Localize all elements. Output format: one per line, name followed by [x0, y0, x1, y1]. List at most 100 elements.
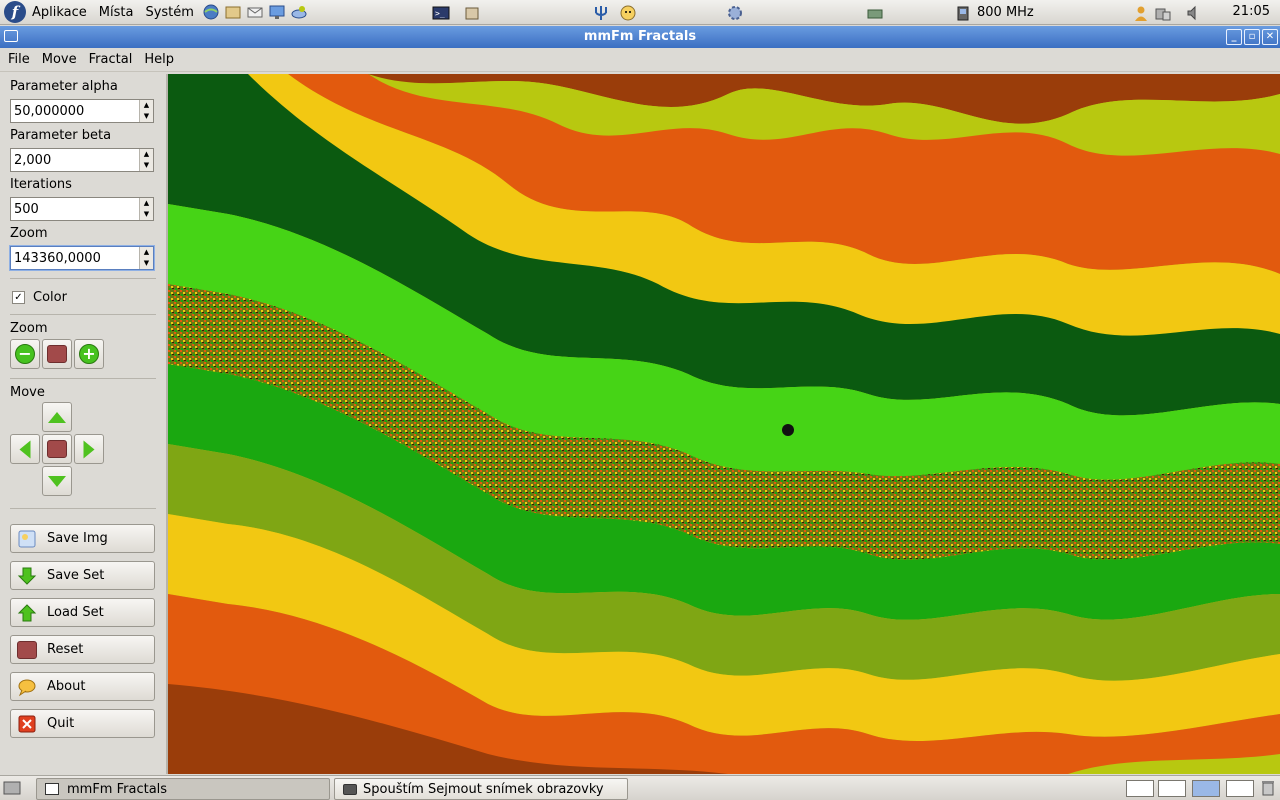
task-screenshot[interactable]: Spouštím Sejmout snímek obrazovky [334, 778, 628, 800]
menubar: File Move Fractal Help [0, 48, 1280, 72]
browser-icon[interactable] [201, 2, 221, 22]
trident-icon[interactable] [591, 3, 611, 23]
cpu-freq-label: 800 MHz [977, 5, 1034, 20]
window-titlebar[interactable]: mmFm Fractals _ ▫ ✕ [0, 26, 1280, 48]
alpha-input[interactable] [11, 100, 139, 122]
iterations-arrows[interactable]: ▲ ▼ [139, 198, 153, 220]
move-center-button[interactable] [42, 434, 72, 464]
zoom-reset-button[interactable] [42, 339, 72, 369]
reset-button[interactable]: Reset [10, 635, 155, 664]
color-checkbox[interactable]: ✓ [12, 290, 25, 304]
menu-move[interactable]: Move [36, 52, 83, 67]
network-manager-icon[interactable] [865, 3, 885, 23]
window-menu-icon[interactable] [4, 30, 18, 42]
alpha-arrows[interactable]: ▲ ▼ [139, 100, 153, 122]
task-mmfm-fractals[interactable]: mmFm Fractals [36, 778, 330, 800]
arrow-up-icon [17, 603, 37, 623]
save-set-button[interactable]: Save Set [10, 561, 155, 590]
about-button[interactable]: About [10, 672, 155, 701]
spin-down-icon[interactable]: ▼ [140, 258, 153, 269]
bottom-panel: mmFm Fractals Spouštím Sejmout snímek ob… [0, 775, 1280, 800]
menu-system[interactable]: Systém [139, 5, 199, 20]
trash-icon[interactable] [1261, 780, 1275, 800]
quit-icon [17, 714, 37, 734]
menu-file[interactable]: File [2, 52, 36, 67]
spin-down-icon[interactable]: ▼ [140, 209, 153, 220]
presentation-icon[interactable] [267, 2, 287, 22]
cpu-freq-icon[interactable] [953, 3, 973, 23]
arrow-right-icon [83, 440, 95, 458]
divider [10, 314, 156, 315]
maximize-icon[interactable]: ▫ [1244, 29, 1260, 45]
show-desktop-icon[interactable] [3, 780, 21, 800]
beta-spinbox[interactable]: ▲▼ [10, 148, 154, 172]
quit-label: Quit [47, 716, 75, 731]
face-icon[interactable] [618, 3, 638, 23]
beta-arrows[interactable]: ▲ ▼ [139, 149, 153, 171]
zoom-out-button[interactable]: − [10, 339, 40, 369]
beta-input[interactable] [11, 149, 139, 171]
files-icon[interactable] [223, 2, 243, 22]
workspace-1[interactable] [1126, 780, 1154, 797]
user-icon[interactable] [1131, 3, 1151, 23]
move-up-button[interactable] [42, 402, 72, 432]
fedora-logo-icon[interactable]: f [4, 1, 26, 23]
svg-text:>_: >_ [435, 9, 445, 18]
package-icon[interactable] [462, 3, 482, 23]
load-set-button[interactable]: Load Set [10, 598, 155, 627]
image-icon [17, 529, 37, 549]
divider [10, 278, 156, 279]
move-section-title: Move [10, 385, 45, 400]
gear-icon[interactable] [725, 3, 745, 23]
mail-icon[interactable] [245, 2, 265, 22]
camera-icon [343, 783, 357, 795]
zoom-arrows[interactable]: ▲ ▼ [139, 247, 153, 269]
spin-up-icon[interactable]: ▲ [140, 100, 153, 111]
load-set-label: Load Set [47, 605, 104, 620]
move-controls [10, 400, 156, 504]
zoom-spinbox[interactable]: ▲▼ [10, 246, 154, 270]
zoom-in-button[interactable]: + [74, 339, 104, 369]
network-icon[interactable] [289, 2, 309, 22]
move-right-button[interactable] [74, 434, 104, 464]
move-down-button[interactable] [42, 466, 72, 496]
beta-label: Parameter beta [10, 128, 112, 143]
arrow-down-icon [17, 566, 37, 586]
spin-up-icon[interactable]: ▲ [140, 198, 153, 209]
alpha-spinbox[interactable]: ▲▼ [10, 99, 154, 123]
menu-places[interactable]: Místa [93, 5, 140, 20]
close-icon[interactable]: ✕ [1262, 29, 1278, 45]
spin-up-icon[interactable]: ▲ [140, 149, 153, 160]
workspace-4[interactable] [1226, 780, 1254, 797]
iterations-input[interactable] [11, 198, 139, 220]
volume-icon[interactable] [1184, 3, 1204, 23]
spin-down-icon[interactable]: ▼ [140, 160, 153, 171]
fractal-canvas[interactable] [168, 74, 1280, 774]
color-label: Color [33, 289, 67, 305]
window-icon [45, 783, 59, 795]
menu-help[interactable]: Help [138, 52, 180, 67]
arrow-down-icon [48, 475, 66, 487]
terminal-icon[interactable]: >_ [431, 3, 451, 23]
spin-up-icon[interactable]: ▲ [140, 247, 153, 258]
task-label: mmFm Fractals [67, 781, 168, 797]
menu-fractal[interactable]: Fractal [83, 52, 139, 67]
workspace-3[interactable] [1192, 780, 1220, 797]
iterations-spinbox[interactable]: ▲▼ [10, 197, 154, 221]
color-checkbox-row[interactable]: ✓ Color [10, 288, 156, 306]
save-img-label: Save Img [47, 531, 108, 546]
menu-applications[interactable]: Aplikace [26, 5, 93, 20]
save-img-button[interactable]: Save Img [10, 524, 155, 553]
speech-bubble-icon [17, 677, 37, 697]
spin-down-icon[interactable]: ▼ [140, 111, 153, 122]
move-left-button[interactable] [10, 434, 40, 464]
clock[interactable]: 21:05 [1233, 4, 1270, 19]
devices-icon[interactable] [1153, 3, 1173, 23]
plus-icon: + [79, 344, 99, 364]
minimize-icon[interactable]: _ [1226, 29, 1242, 45]
zoom-input[interactable] [11, 247, 139, 269]
workspace-2[interactable] [1158, 780, 1186, 797]
divider [10, 508, 156, 509]
quit-button[interactable]: Quit [10, 709, 155, 738]
reset-label: Reset [47, 642, 84, 657]
